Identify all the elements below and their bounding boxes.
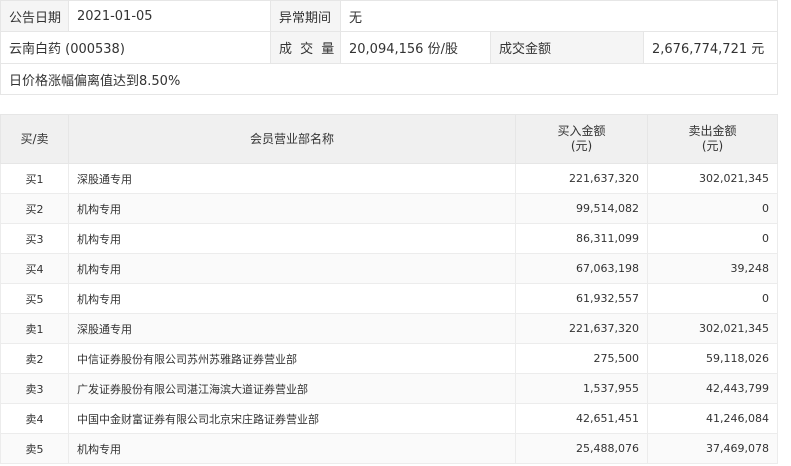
row-buy-amount: 61,932,557 [515,283,648,314]
amount-value: 2,676,774,721 元 [642,31,779,64]
row-sell-amount: 37,469,078 [647,433,778,464]
row-buy-amount: 99,514,082 [515,193,648,224]
table-row: 买1 深股通专用 221,637,320 302,021,345 [0,163,778,194]
header-sell-line1: 卖出金额 [688,124,737,138]
row-buy-amount: 25,488,076 [515,433,648,464]
header-sell-amount: 卖出金额 (元) [647,114,778,164]
info-row-stock: 云南白药 (000538) 成 交 量 20,094,156 份/股 成交金额 … [0,31,779,64]
date-label: 公告日期 [0,0,69,32]
table-row: 买3 机构专用 86,311,099 0 [0,223,778,254]
row-buy-amount: 275,500 [515,343,648,374]
row-buy-amount: 1,537,955 [515,373,648,404]
trading-branches-table: 买/卖 会员营业部名称 买入金额 (元) 卖出金额 (元) 买1 深股通专用 2… [0,114,778,464]
header-branch: 会员营业部名称 [68,114,516,164]
table-row: 卖1 深股通专用 221,637,320 302,021,345 [0,313,778,344]
amount-label: 成交金额 [490,31,644,64]
row-branch: 中信证券股份有限公司苏州苏雅路证券营业部 [68,343,516,374]
info-row-reason: 日价格涨幅偏离值达到8.50% [0,63,779,95]
table-row: 买5 机构专用 61,932,557 0 [0,283,778,314]
reason-text: 日价格涨幅偏离值达到8.50% [0,63,779,95]
row-branch: 中国中金财富证券有限公司北京宋庄路证券营业部 [68,403,516,434]
table-header-row: 买/卖 会员营业部名称 买入金额 (元) 卖出金额 (元) [0,114,778,164]
row-sell-amount: 42,443,799 [647,373,778,404]
row-sell-amount: 302,021,345 [647,163,778,194]
row-branch: 深股通专用 [68,163,516,194]
row-side: 买2 [0,193,69,224]
info-row-date: 公告日期 2021-01-05 异常期间 无 [0,0,779,32]
table-row: 买2 机构专用 99,514,082 0 [0,193,778,224]
row-buy-amount: 86,311,099 [515,223,648,254]
table-row: 卖3 广发证券股份有限公司湛江海滨大道证券营业部 1,537,955 42,44… [0,373,778,404]
row-sell-amount: 41,246,084 [647,403,778,434]
table-row: 买4 机构专用 67,063,198 39,248 [0,253,778,284]
row-buy-amount: 221,637,320 [515,163,648,194]
row-sell-amount: 0 [647,283,778,314]
row-side: 买5 [0,283,69,314]
row-buy-amount: 221,637,320 [515,313,648,344]
header-side: 买/卖 [0,114,69,164]
table-row: 卖5 机构专用 25,488,076 37,469,078 [0,433,778,464]
row-side: 卖4 [0,403,69,434]
row-sell-amount: 0 [647,193,778,224]
row-side: 卖1 [0,313,69,344]
row-sell-amount: 0 [647,223,778,254]
volume-value: 20,094,156 份/股 [340,31,491,64]
row-side: 买3 [0,223,69,254]
row-branch: 机构专用 [68,433,516,464]
row-sell-amount: 59,118,026 [647,343,778,374]
row-side: 买4 [0,253,69,284]
row-side: 卖3 [0,373,69,404]
row-buy-amount: 42,651,451 [515,403,648,434]
row-branch: 广发证券股份有限公司湛江海滨大道证券营业部 [68,373,516,404]
header-sell-line2: (元) [701,139,724,153]
row-branch: 机构专用 [68,193,516,224]
date-value: 2021-01-05 [68,0,271,32]
table-row: 卖2 中信证券股份有限公司苏州苏雅路证券营业部 275,500 59,118,0… [0,343,778,374]
row-buy-amount: 67,063,198 [515,253,648,284]
period-label: 异常期间 [270,0,341,32]
header-buy-line1: 买入金额 [557,124,606,138]
header-buy-amount: 买入金额 (元) [515,114,648,164]
row-branch: 机构专用 [68,283,516,314]
row-branch: 深股通专用 [68,313,516,344]
row-sell-amount: 39,248 [647,253,778,284]
header-buy-line2: (元) [570,139,593,153]
row-branch: 机构专用 [68,253,516,284]
table-row: 卖4 中国中金财富证券有限公司北京宋庄路证券营业部 42,651,451 41,… [0,403,778,434]
period-value: 无 [339,0,779,32]
row-side: 卖5 [0,433,69,464]
row-side: 买1 [0,163,69,194]
row-side: 卖2 [0,343,69,374]
stock-name: 云南白药 (000538) [0,31,271,64]
row-sell-amount: 302,021,345 [647,313,778,344]
row-branch: 机构专用 [68,223,516,254]
volume-label: 成 交 量 [270,31,341,64]
announcement-info-table: 公告日期 2021-01-05 异常期间 无 云南白药 (000538) 成 交… [0,0,779,95]
